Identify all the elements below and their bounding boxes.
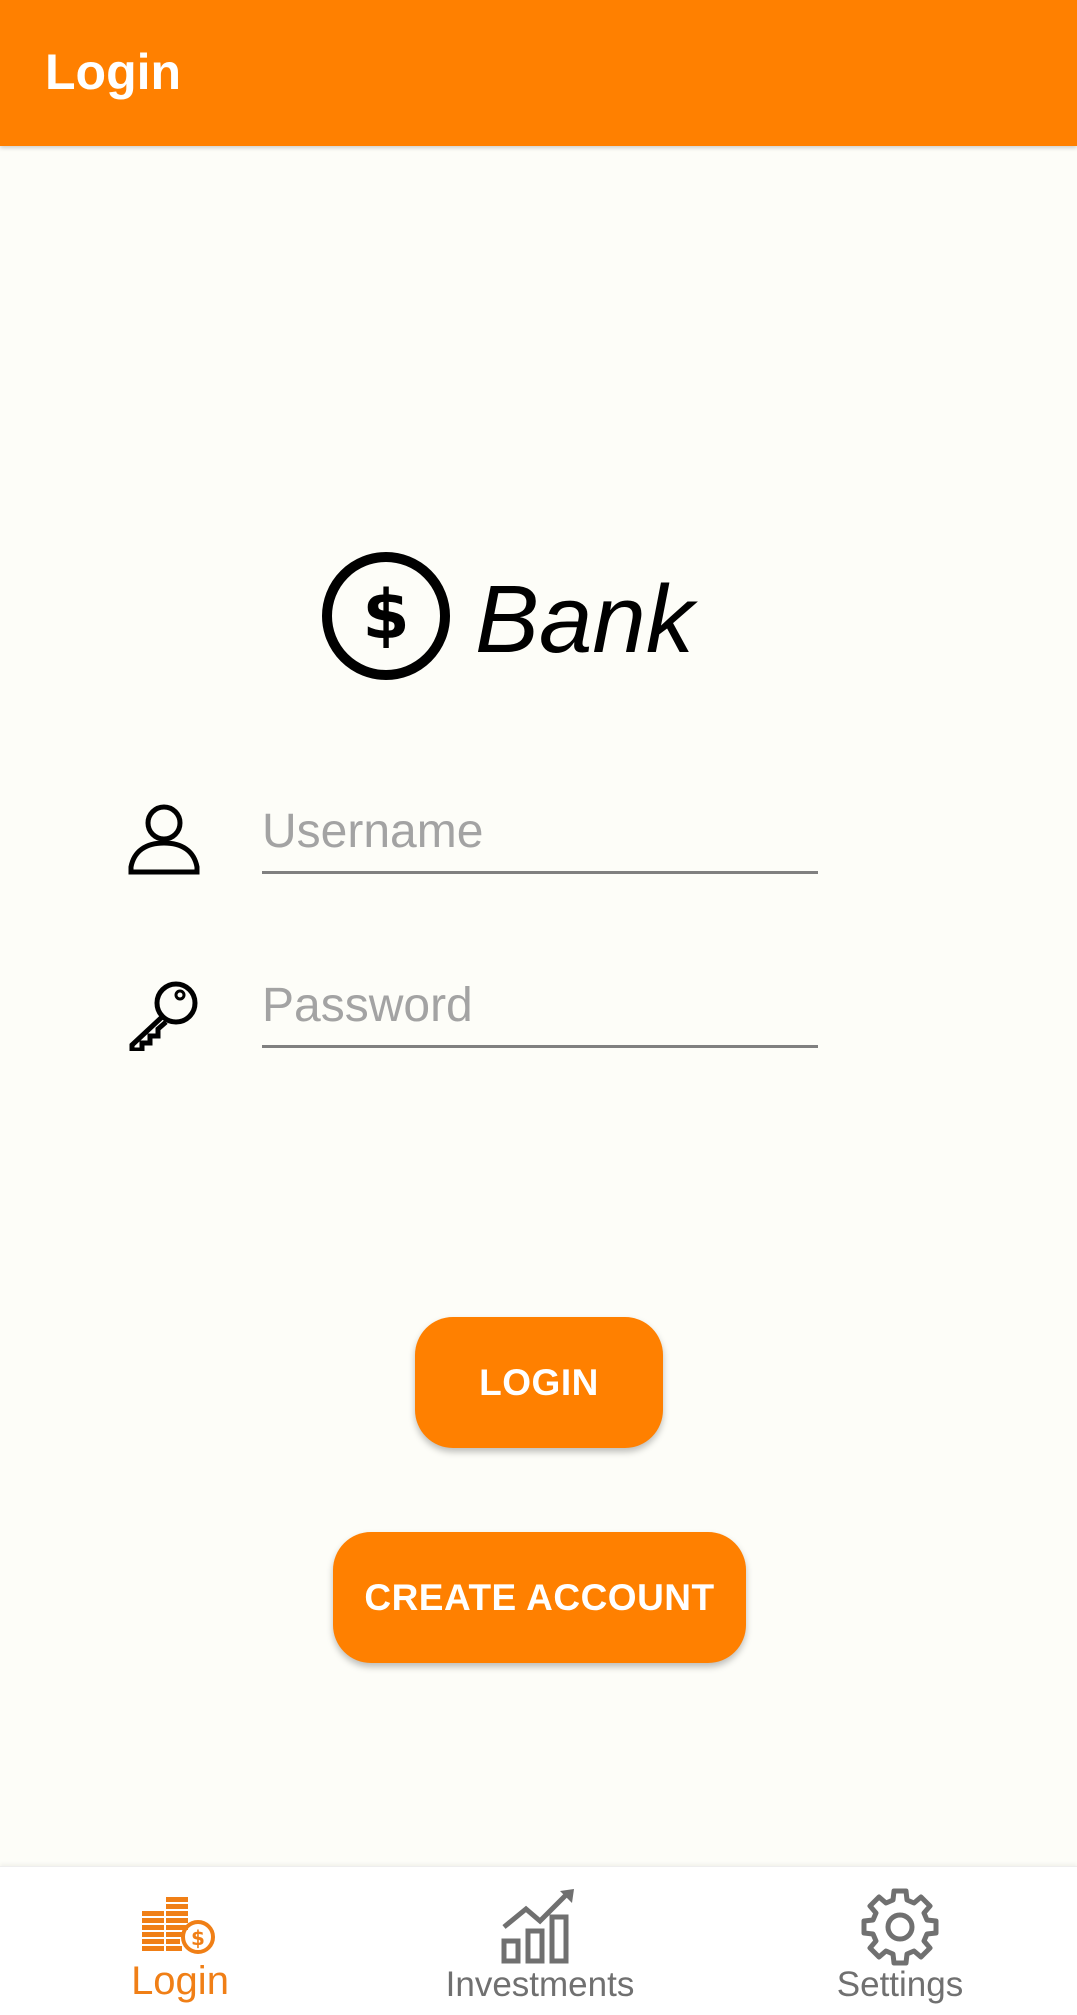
login-button[interactable]: LOGIN: [415, 1317, 663, 1448]
password-input[interactable]: [262, 974, 818, 1048]
nav-label-login: Login: [131, 1959, 229, 2003]
person-icon: [128, 804, 200, 875]
nav-item-login[interactable]: $ Login: [30, 1867, 330, 2015]
app-bar: Login: [0, 0, 1077, 146]
gear-icon: [861, 1888, 939, 1966]
bottom-nav: $ Login Investments Settings: [0, 1866, 1077, 2015]
logo-text: Bank: [475, 566, 694, 673]
chart-icon: [501, 1889, 574, 1964]
dollar-circle-icon: $: [322, 552, 450, 680]
svg-text:$: $: [191, 1926, 205, 1950]
bank-logo: $ Bank: [320, 550, 700, 682]
nav-label-investments: Investments: [445, 1965, 635, 2004]
nav-item-settings[interactable]: Settings: [750, 1867, 1050, 2015]
coins-icon: $: [142, 1897, 215, 1954]
username-input[interactable]: [262, 800, 818, 874]
create-account-button[interactable]: CREATE ACCOUNT: [333, 1532, 746, 1663]
key-icon: [129, 981, 198, 1051]
nav-label-settings: Settings: [836, 1965, 964, 2004]
nav-item-investments[interactable]: Investments: [390, 1867, 690, 2015]
page-title: Login: [45, 44, 182, 100]
svg-text:$: $: [362, 576, 409, 655]
